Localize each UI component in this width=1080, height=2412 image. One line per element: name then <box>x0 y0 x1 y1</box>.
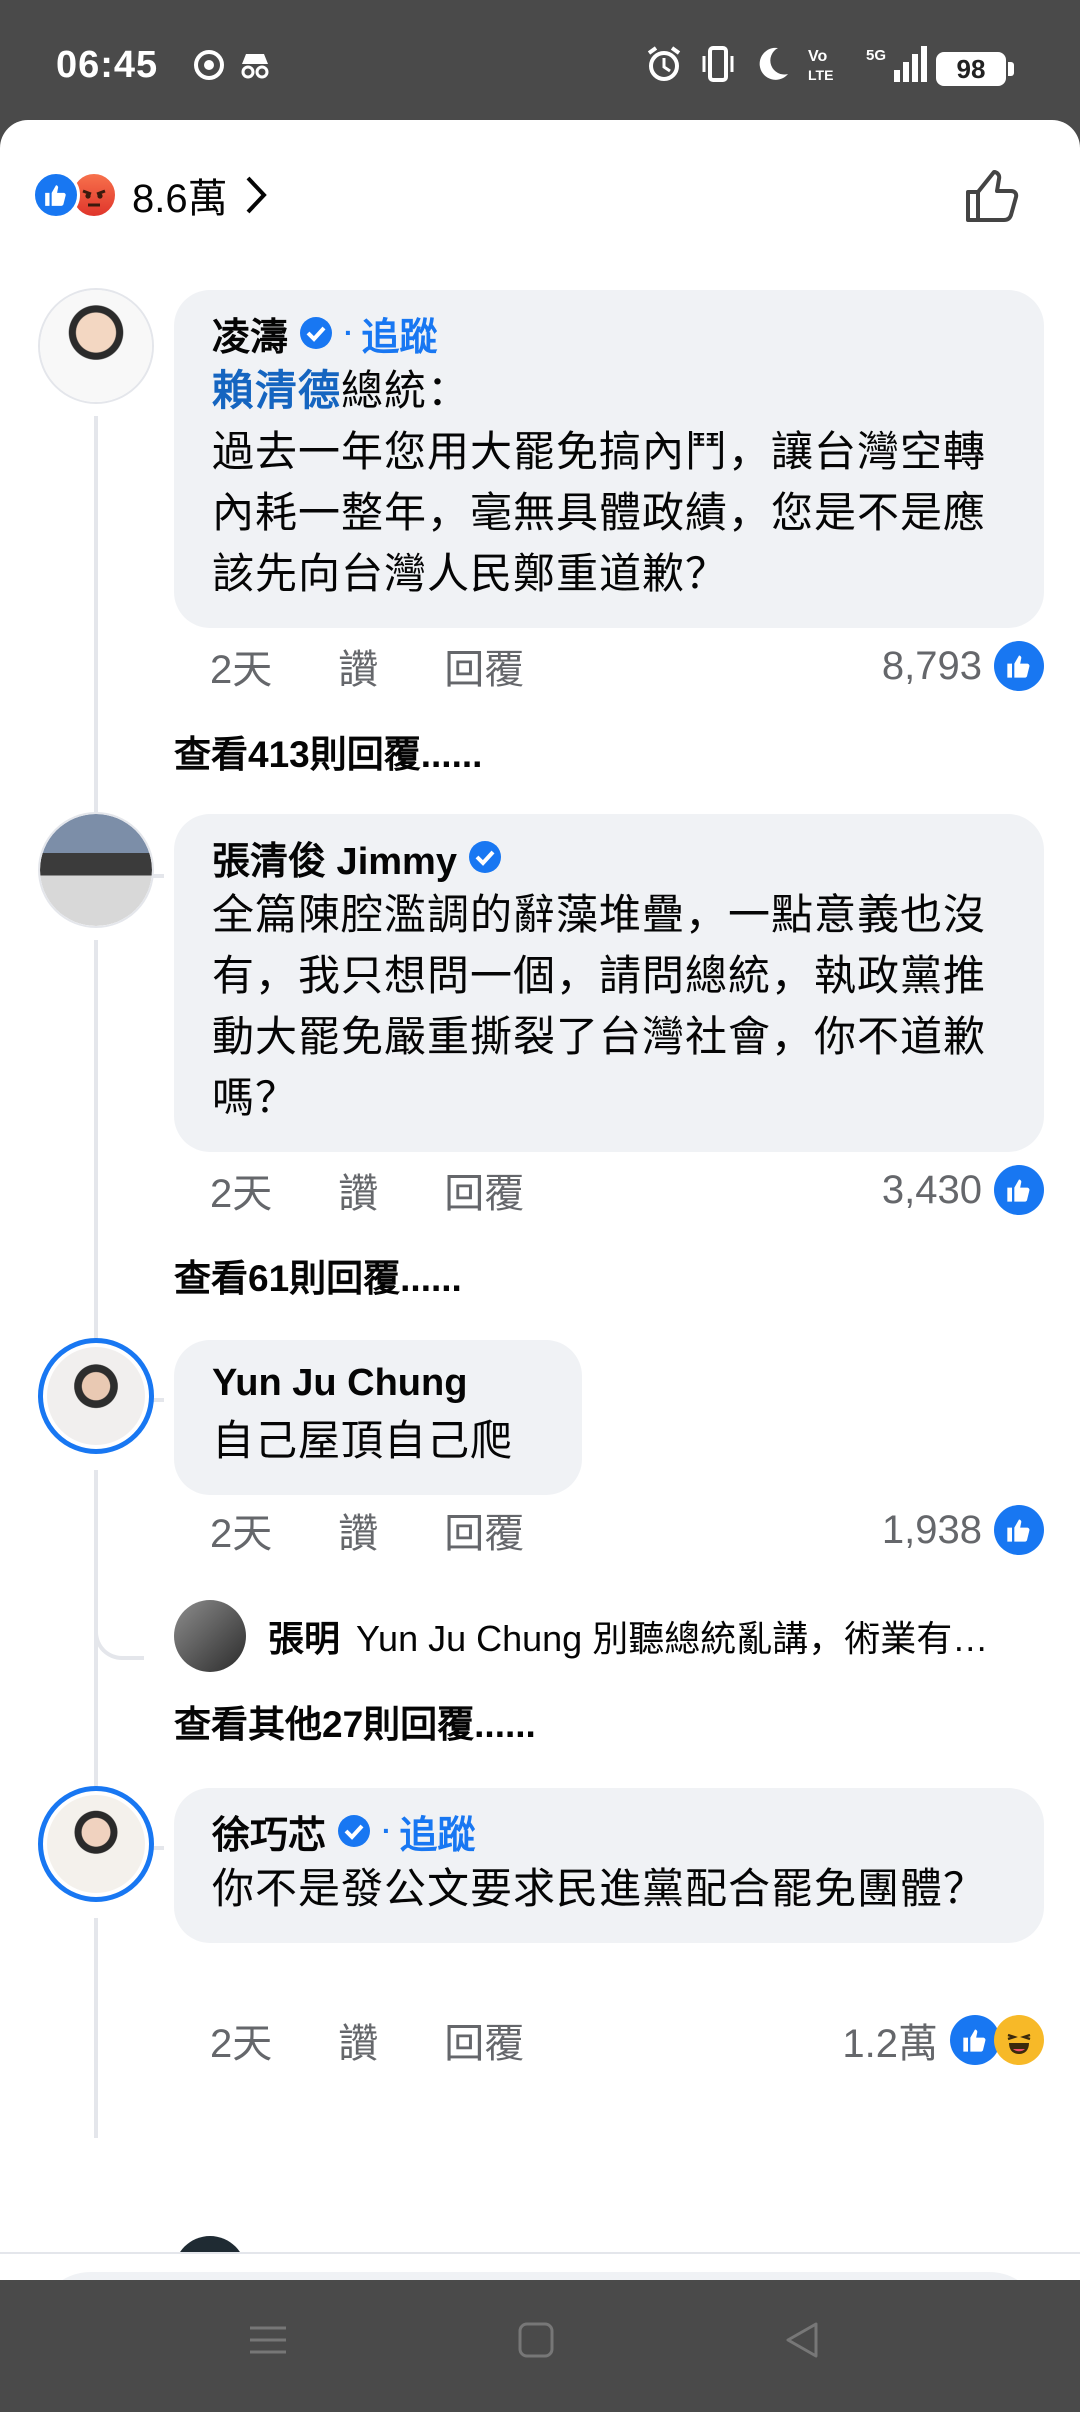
avatar[interactable] <box>38 1786 154 1902</box>
like-reaction-icon <box>994 1505 1044 1555</box>
like-link[interactable]: 讚 <box>338 1501 378 1559</box>
like-reaction-icon <box>994 1165 1044 1215</box>
alarm-icon <box>647 46 681 81</box>
reply-link[interactable]: 回覆 <box>444 1161 524 1219</box>
avatar[interactable] <box>38 812 154 928</box>
chevron-right-icon <box>246 176 267 214</box>
comment-text: 你不是發公文要求民進黨配合罷免團體？ <box>212 1865 987 1912</box>
system-nav-bar <box>0 2280 1080 2412</box>
signal-5g-icon: 5G <box>866 46 927 82</box>
comment-time: 2天 <box>210 1172 273 1216</box>
follow-button[interactable]: 追蹤 <box>361 306 437 361</box>
like-link[interactable]: 讚 <box>338 1161 378 1219</box>
svg-text:LTE: LTE <box>808 67 833 83</box>
reaction-count: 3,430 <box>881 1167 982 1212</box>
like-reaction-icon <box>32 171 80 219</box>
menu-icon[interactable] <box>248 2320 288 2360</box>
reaction-count: 1,938 <box>881 1507 982 1552</box>
incognito-icon <box>241 54 269 79</box>
comment-composer <box>0 2252 1080 2280</box>
view-replies-link[interactable]: 查看413則回覆...... <box>174 724 482 778</box>
comment-text: 全篇陳腔濫調的辭藻堆疊，一點意義也沒有，我只想問一個，請問總統，執政黨推動大罷免… <box>212 891 987 1121</box>
view-replies-link[interactable]: 查看其他27則回覆...... <box>174 1694 536 1748</box>
dnd-moon-icon <box>759 47 788 80</box>
haha-reaction-icon <box>994 2015 1044 2065</box>
verified-badge-icon <box>300 317 333 349</box>
status-time: 06:45 <box>56 44 159 86</box>
reaction-count: 8.6萬 <box>132 177 228 221</box>
separator-dot: · <box>382 1815 392 1846</box>
reaction-count: 1.2萬 <box>842 2022 938 2066</box>
reply-link[interactable]: 回覆 <box>444 1501 524 1559</box>
reaction-count: 8,793 <box>881 643 982 688</box>
reply-author[interactable]: 張明 <box>268 1610 340 1662</box>
mention-link[interactable]: 賴清德 <box>212 367 341 414</box>
like-button-icon[interactable] <box>960 164 1024 228</box>
reply-text: Yun Ju Chung 別聽總統亂講，術業有… <box>356 1618 989 1659</box>
svg-text:Vo: Vo <box>808 48 827 65</box>
comment-author[interactable]: 凌濤 <box>212 306 288 361</box>
comment-reactions[interactable]: 3,430 <box>882 1160 1044 1220</box>
comment-bubble[interactable]: 凌濤 · 追蹤 賴清德總統： 過去一年您用大罷免搞內鬥，讓台灣空轉內耗一整年，毫… <box>174 290 1044 628</box>
comment-time: 2天 <box>210 648 273 692</box>
reply-link[interactable]: 回覆 <box>444 637 524 695</box>
follow-button[interactable]: 追蹤 <box>399 1804 475 1859</box>
comment-bubble[interactable]: 張清俊 Jimmy 全篇陳腔濫調的辭藻堆疊，一點意義也沒有，我只想問一個，請問總… <box>174 814 1044 1152</box>
thread-line <box>94 1470 98 1840</box>
comment-time: 2天 <box>210 2022 273 2066</box>
verified-badge-icon <box>338 1815 371 1847</box>
verified-badge-icon <box>468 841 501 873</box>
like-link[interactable]: 讚 <box>338 2011 378 2069</box>
comment-reactions[interactable]: 1,938 <box>882 1500 1044 1560</box>
chrome-icon <box>194 50 224 80</box>
comment-author[interactable]: Yun Ju Chung <box>212 1362 467 1405</box>
view-replies-link[interactable]: 查看61則回覆...... <box>174 1248 462 1302</box>
reply-avatar[interactable] <box>174 1600 246 1672</box>
comment-reactions[interactable]: 1.2萬 <box>842 2010 1044 2070</box>
thread-line <box>94 416 98 844</box>
comment-author[interactable]: 徐巧芯 <box>212 1804 326 1859</box>
comments-sheet: 8.6萬 凌濤 · 追蹤 賴清德總統： 過去一年您用大罷免搞內鬥，讓台灣空轉內耗… <box>0 120 1080 2280</box>
thread-line <box>94 1918 98 2138</box>
thread-connector <box>94 1630 144 1660</box>
comment-text: 總統： <box>341 367 471 414</box>
comment-time: 2天 <box>210 1512 273 1556</box>
comment-actions: 2天 讚 回覆 <box>210 1500 590 1560</box>
svg-text:5G: 5G <box>866 47 886 64</box>
home-icon[interactable] <box>516 2320 556 2360</box>
comment-actions: 2天 讚 回覆 <box>210 1160 590 1220</box>
comment-bubble[interactable]: 徐巧芯 · 追蹤 你不是發公文要求民進黨配合罷免團體？ <box>174 1788 1044 1943</box>
like-link[interactable]: 讚 <box>338 637 378 695</box>
comment-actions: 2天 讚 回覆 <box>210 2010 590 2070</box>
battery-indicator: 98 <box>936 52 1014 86</box>
comment-text: 自己屋頂自己爬 <box>212 1417 514 1464</box>
comment-reactions[interactable]: 8,793 <box>882 636 1044 696</box>
reply-preview[interactable]: 張明 Yun Ju Chung 別聽總統亂講，術業有… <box>174 1598 1044 1674</box>
comment-input[interactable] <box>36 2272 1044 2280</box>
volte-icon: Vo LTE <box>808 48 833 83</box>
back-icon[interactable] <box>782 2320 822 2360</box>
reactions-summary[interactable]: 8.6萬 <box>32 160 268 230</box>
reply-link[interactable]: 回覆 <box>444 2011 524 2069</box>
like-reaction-icon <box>950 2015 1000 2065</box>
thread-line <box>94 940 98 1368</box>
separator-dot: · <box>344 317 354 348</box>
comment-text: 過去一年您用大罷免搞內鬥，讓台灣空轉內耗一整年，毫無具體政績，您是不是應該先向台… <box>212 428 987 597</box>
avatar[interactable] <box>38 1338 154 1454</box>
comment-author[interactable]: 張清俊 Jimmy <box>212 830 457 885</box>
like-reaction-icon <box>994 641 1044 691</box>
comment-bubble[interactable]: Yun Ju Chung 自己屋頂自己爬 <box>174 1340 582 1495</box>
vibrate-icon <box>702 46 734 82</box>
status-bar: 06:45 Vo LTE 5G 98 <box>0 0 1080 120</box>
comment-actions: 2天 讚 回覆 <box>210 636 590 696</box>
avatar[interactable] <box>38 288 154 404</box>
